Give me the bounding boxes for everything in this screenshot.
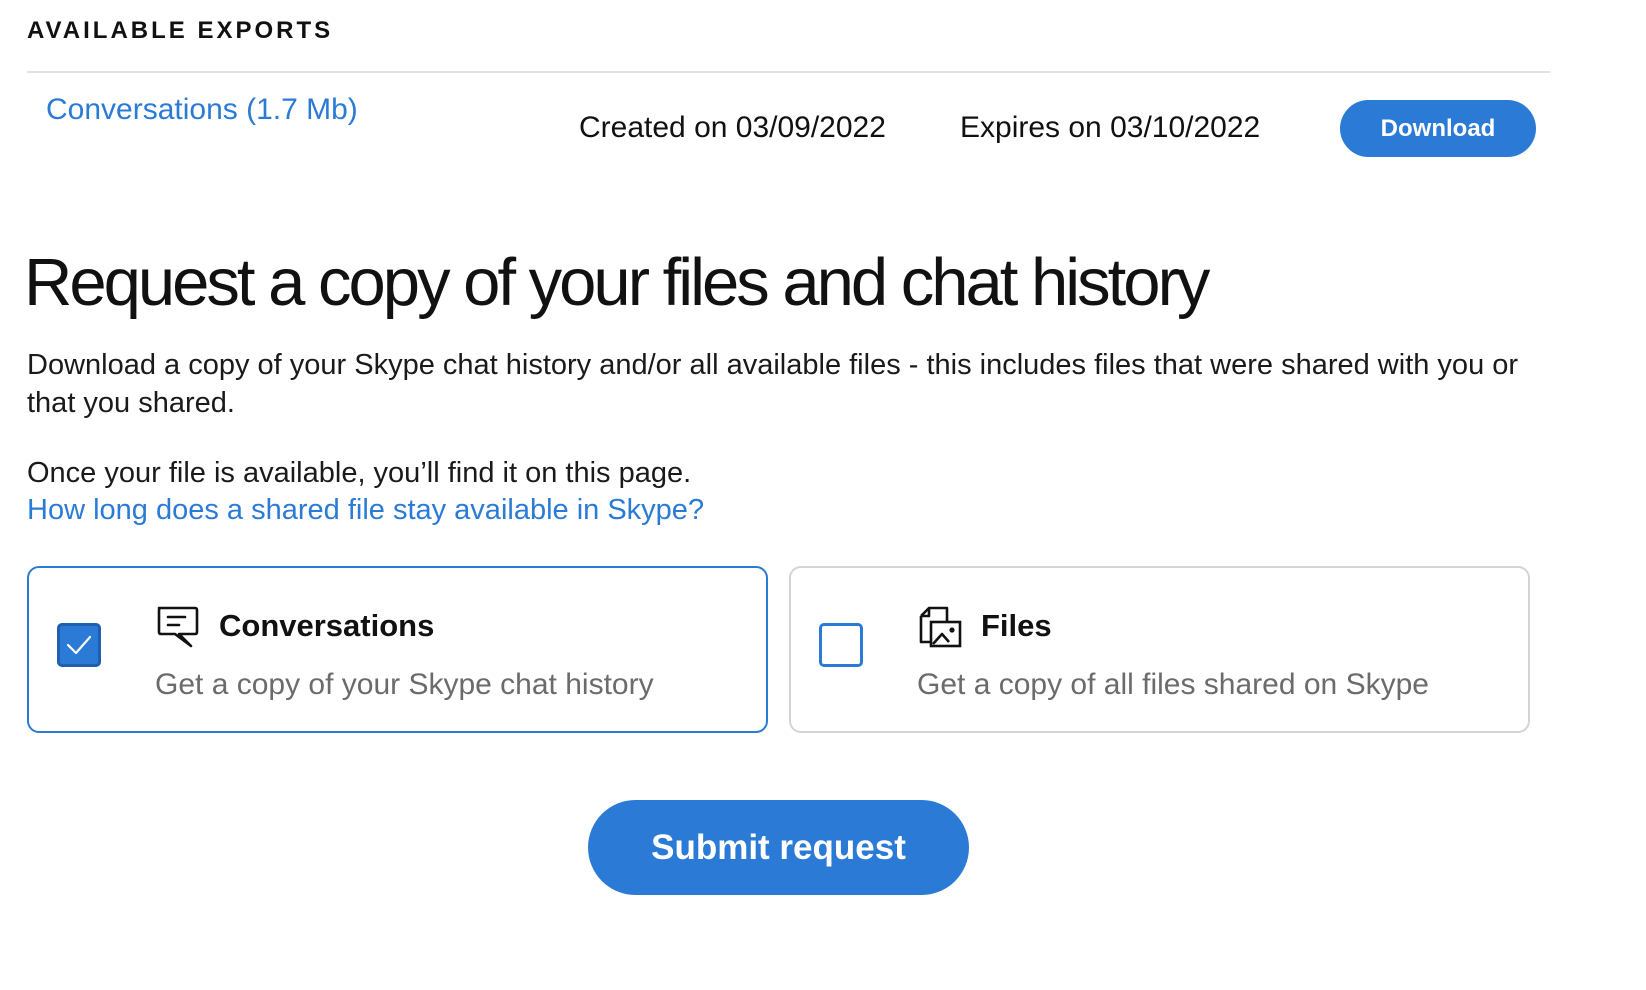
option-card-files[interactable]: Files Get a copy of all files shared on … — [789, 566, 1530, 733]
export-page: AVAILABLE EXPORTS Conversations (1.7 Mb)… — [0, 0, 1646, 990]
request-description: Download a copy of your Skype chat histo… — [27, 349, 1519, 419]
checkmark-icon — [66, 635, 92, 655]
option-title-conversations: Conversations — [219, 608, 435, 643]
submit-request-button[interactable]: Submit request — [588, 800, 969, 895]
export-created-date: Created on 03/09/2022 — [579, 111, 886, 144]
section-divider — [27, 71, 1550, 73]
conversations-checkbox[interactable] — [57, 623, 101, 667]
chat-message-icon — [157, 606, 199, 648]
files-checkbox[interactable] — [819, 623, 863, 667]
export-expiry-date: Expires on 03/10/2022 — [960, 111, 1261, 144]
help-link[interactable]: How long does a shared file stay availab… — [27, 491, 704, 529]
page-title: Request a copy of your files and chat hi… — [24, 245, 1210, 320]
export-file-link[interactable]: Conversations (1.7 Mb) — [46, 93, 358, 127]
option-desc-conversations: Get a copy of your Skype chat history — [155, 668, 654, 701]
option-desc-files: Get a copy of all files shared on Skype — [917, 668, 1429, 701]
availability-note: Once your file is available, you’ll find… — [27, 457, 692, 489]
available-exports-heading: AVAILABLE EXPORTS — [27, 17, 334, 44]
option-title-files: Files — [981, 608, 1052, 643]
download-button[interactable]: Download — [1340, 100, 1536, 157]
file-image-icon — [919, 606, 962, 648]
option-card-conversations[interactable]: Conversations Get a copy of your Skype c… — [27, 566, 768, 733]
